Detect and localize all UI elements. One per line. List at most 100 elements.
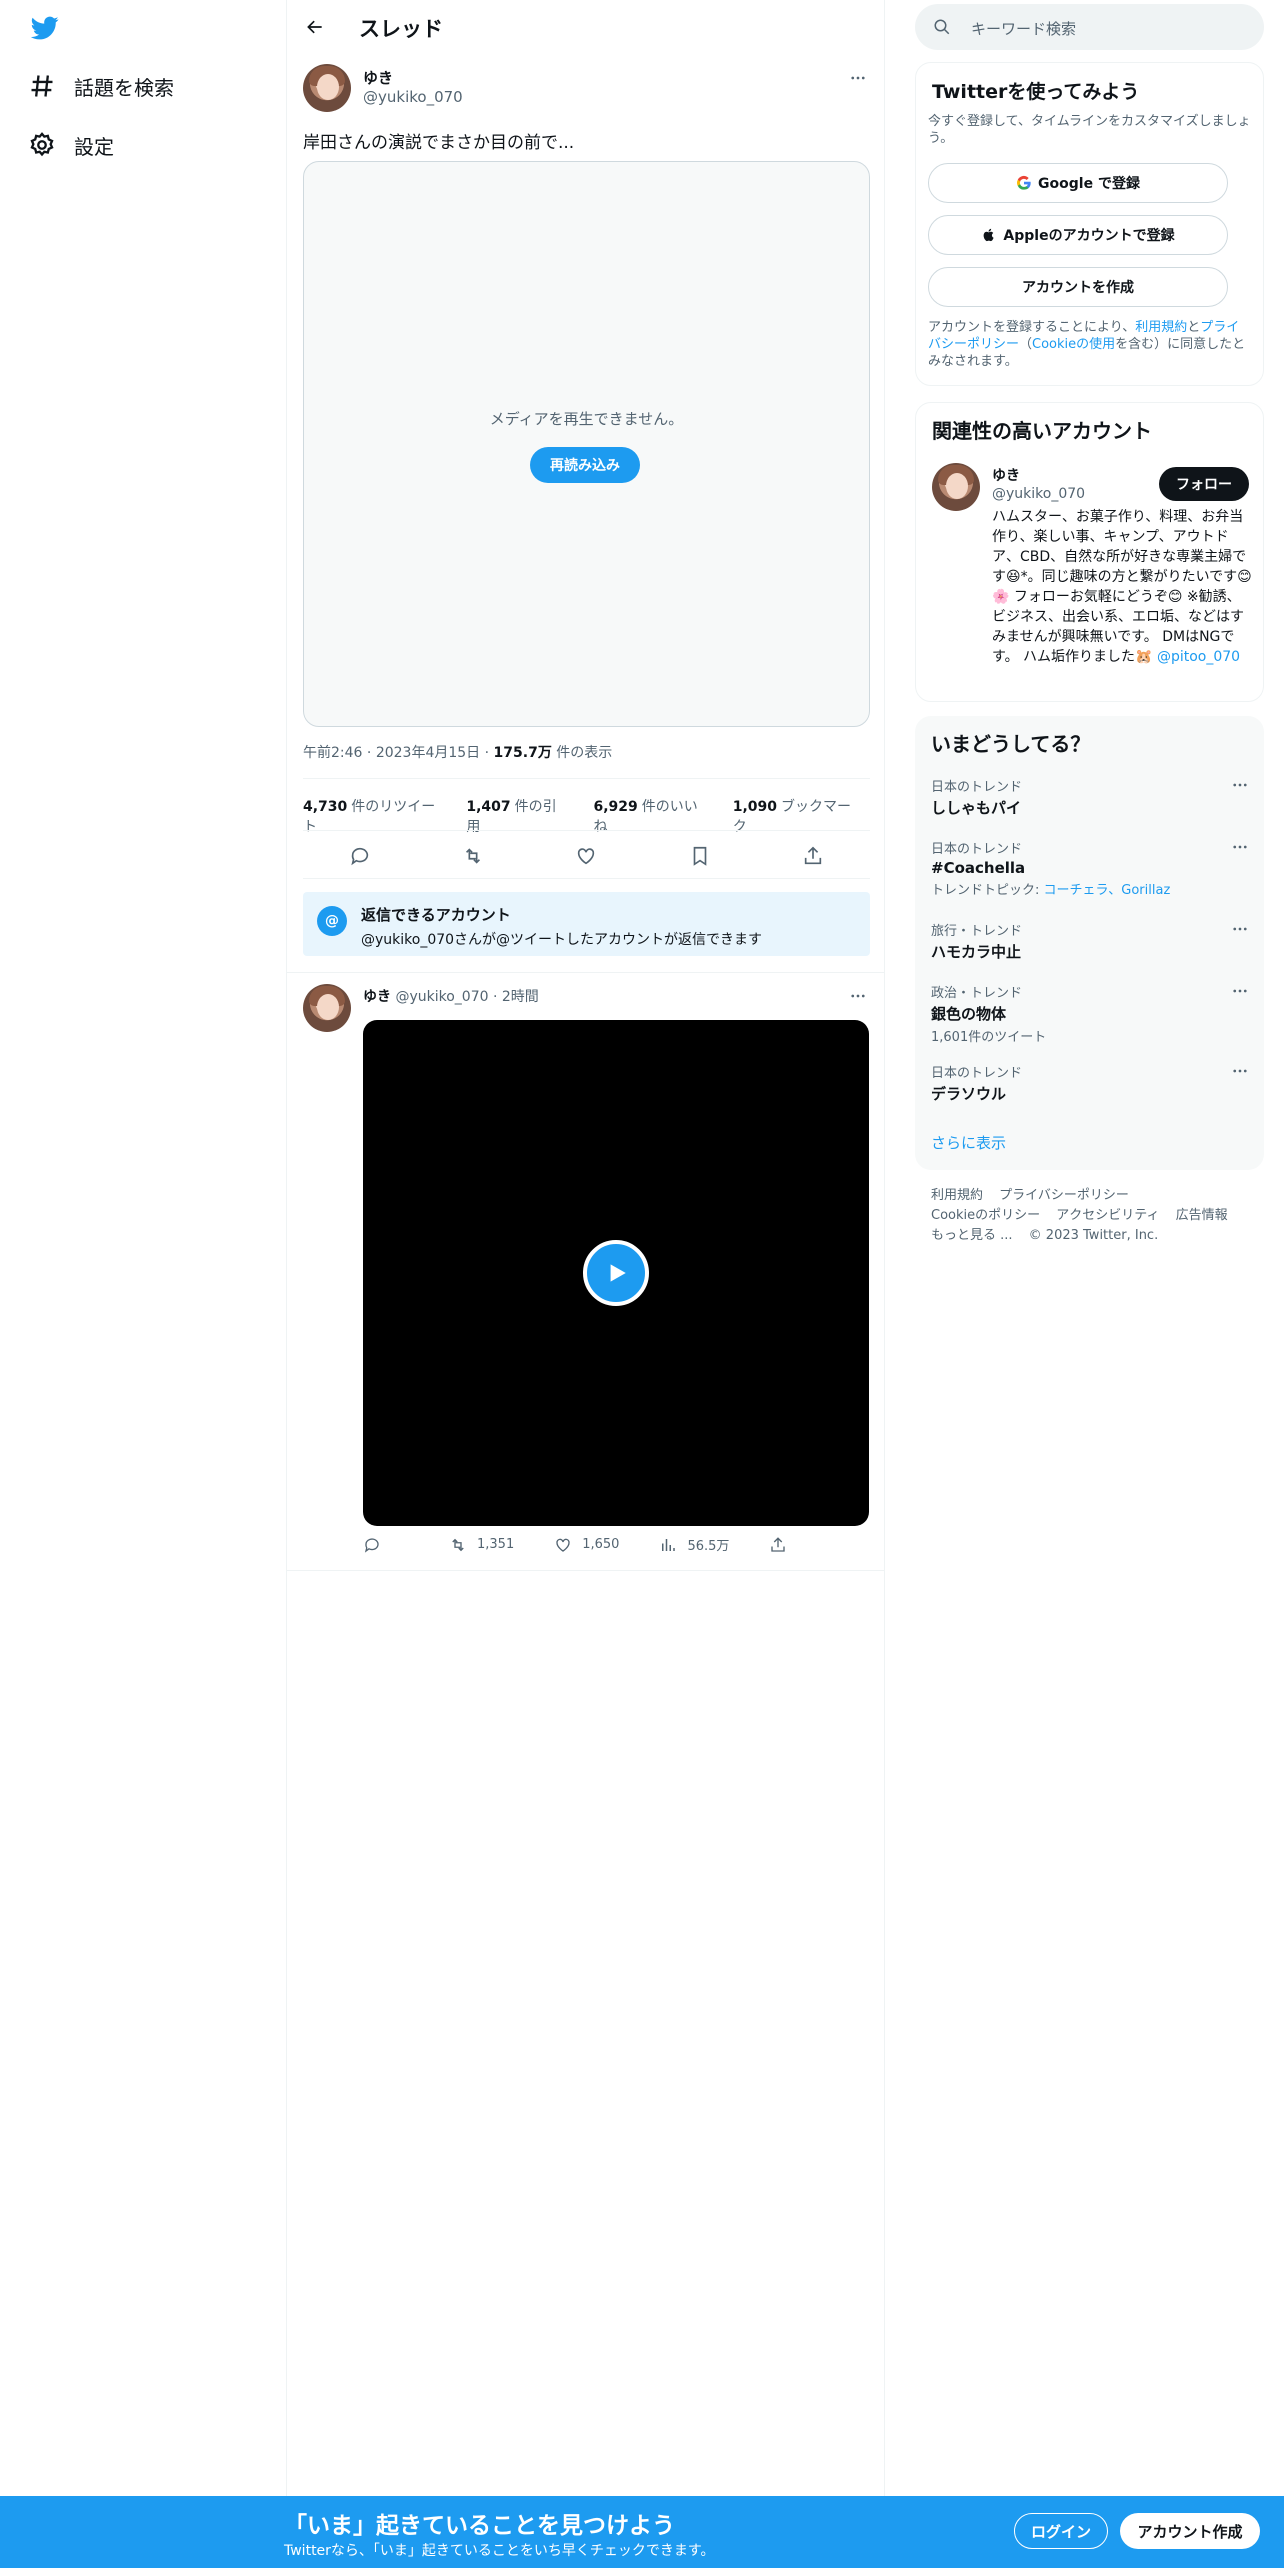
play-button[interactable]: [583, 1240, 649, 1306]
tweet-date[interactable]: 2023年4月15日: [376, 745, 480, 761]
reply-restriction-box: @ 返信できるアカウント @yukiko_070さんが@ツイートしたアカウントが…: [303, 892, 870, 956]
reload-button[interactable]: 再読み込み: [530, 447, 640, 483]
nav-explore[interactable]: 話題を検索: [28, 66, 174, 106]
reply-tweet-header: ゆき @yukiko_070 · 2時間: [363, 989, 539, 1005]
more-icon[interactable]: [1231, 1062, 1249, 1084]
footer-accessibility[interactable]: アクセシビリティ: [1056, 1208, 1159, 1223]
media-error-panel: メディアを再生できません。 再読み込み: [303, 161, 870, 727]
search-icon: [934, 19, 950, 35]
create-account-button[interactable]: アカウントを作成: [928, 267, 1228, 307]
related-name[interactable]: ゆき: [992, 465, 1020, 485]
like-icon: [556, 1538, 570, 1552]
divider: [287, 972, 885, 973]
share-icon: [771, 1536, 786, 1552]
terms-link[interactable]: 利用規約: [1135, 320, 1187, 335]
reply-time[interactable]: 2時間: [502, 989, 539, 1005]
reply-button[interactable]: [363, 1536, 391, 1554]
more-icon[interactable]: [1231, 838, 1249, 860]
more-icon[interactable]: [846, 984, 870, 1008]
apple-icon: [984, 228, 995, 242]
avatar[interactable]: [303, 64, 351, 112]
at-sign-icon: @: [317, 906, 347, 936]
trend-item[interactable]: 日本のトレンド #Coachella トレンドトピック: コーチェラ、Goril…: [931, 838, 1249, 898]
apple-signup-label: Appleのアカウントで登録: [1003, 228, 1175, 244]
reply-restriction-text: @yukiko_070さんが@ツイートしたアカウントが返信できます: [361, 932, 763, 948]
footer-copyright: © 2023 Twitter, Inc.: [1028, 1228, 1159, 1243]
views-count: 56.5万: [687, 1539, 730, 1554]
footer-more[interactable]: もっと見る ...: [931, 1228, 1013, 1243]
trend-item[interactable]: 日本のトレンド デラソウル: [931, 1062, 1249, 1104]
avatar[interactable]: [303, 984, 351, 1032]
related-bio: ハムスター、お菓子作り、料理、お弁当作り、楽しい事、キャンプ、アウトドア、CBD…: [992, 509, 1252, 665]
bio-link[interactable]: @pitoo_070: [1157, 649, 1240, 665]
reply-icon[interactable]: [349, 845, 371, 867]
retweet-button[interactable]: 1,351: [449, 1536, 514, 1554]
cookie-link[interactable]: Cookieの使用: [1032, 337, 1115, 352]
tweet-author-name[interactable]: ゆき: [363, 67, 393, 88]
left-nav: 話題を検索 設定: [0, 0, 286, 2568]
signup-legal-text: アカウントを登録することにより、利用規約とプライバシーポリシー（Cookieの使…: [928, 320, 1246, 369]
retweet-icon[interactable]: [462, 845, 484, 867]
footer-ads[interactable]: 広告情報: [1176, 1208, 1228, 1223]
analytics-icon: [662, 1538, 676, 1551]
like-icon[interactable]: [575, 845, 597, 867]
like-button[interactable]: 1,650: [554, 1536, 619, 1554]
retweet-icon: [452, 1538, 464, 1551]
reply-author-handle[interactable]: @yukiko_070: [395, 989, 488, 1005]
video-player[interactable]: [363, 1020, 869, 1526]
twitter-logo-icon[interactable]: [29, 14, 61, 42]
more-icon[interactable]: [1231, 776, 1249, 798]
tweet-meta: 午前2:46 · 2023年4月15日 · 175.7万 件の表示: [303, 745, 613, 761]
reply-icon: [364, 1537, 379, 1553]
avatar[interactable]: [932, 463, 980, 511]
google-signup-button[interactable]: Google で登録: [928, 163, 1228, 203]
banner-headline: 「いま」起きていることを見つけよう: [284, 2513, 675, 2539]
apple-signup-button[interactable]: Appleのアカウントで登録: [928, 215, 1228, 255]
share-button[interactable]: [769, 1536, 797, 1554]
search-box[interactable]: キーワード検索: [915, 4, 1264, 50]
nav-explore-label: 話題を検索: [74, 75, 174, 100]
follow-button[interactable]: フォロー: [1159, 467, 1249, 501]
media-error-message: メディアを再生できません。: [489, 410, 684, 428]
trend-item[interactable]: 政治・トレンド 銀色の物体 1,601件のツイート: [931, 982, 1249, 1045]
share-icon[interactable]: [802, 845, 824, 867]
footer-cookie[interactable]: Cookieのポリシー: [931, 1208, 1040, 1223]
tweet-views-count: 175.7万: [493, 745, 552, 761]
tweet-time[interactable]: 午前2:46: [303, 745, 362, 761]
views-button[interactable]: 56.5万: [659, 1535, 729, 1554]
related-handle[interactable]: @yukiko_070: [992, 486, 1085, 502]
reply-author-name[interactable]: ゆき: [363, 989, 391, 1005]
reply-restriction-title: 返信できるアカウント: [361, 906, 511, 924]
footer-terms[interactable]: 利用規約: [931, 1188, 983, 1203]
thread-header: スレッド: [287, 0, 885, 54]
google-icon: [1017, 175, 1031, 190]
banner-subtext: Twitterなら、「いま」起きていることをいち早くチェックできます。: [284, 2543, 715, 2559]
more-icon[interactable]: [1231, 920, 1249, 942]
trend-topic-link[interactable]: コーチェラ、Gorillaz: [1044, 883, 1171, 898]
show-more-link[interactable]: さらに表示: [931, 1132, 1006, 1153]
signup-card: Twitterを使ってみよう 今すぐ登録して、タイムラインをカスタマイズしましょ…: [915, 62, 1264, 386]
signup-button[interactable]: アカウント作成: [1120, 2513, 1260, 2549]
back-button[interactable]: [301, 13, 329, 41]
trend-item[interactable]: 日本のトレンド ししゃもパイ: [931, 776, 1249, 818]
tweet-actions: [303, 836, 870, 876]
trend-item[interactable]: 旅行・トレンド ハモカラ中止: [931, 920, 1249, 962]
nav-settings-label: 設定: [74, 134, 114, 159]
trends-title: いまどうしてる？: [931, 732, 1091, 756]
divider: [287, 1570, 885, 1571]
footer-privacy[interactable]: プライバシーポリシー: [999, 1188, 1129, 1203]
more-icon[interactable]: [846, 66, 870, 90]
nav-settings[interactable]: 設定: [28, 125, 114, 165]
login-button[interactable]: ログイン: [1014, 2513, 1108, 2549]
search-input[interactable]: キーワード検索: [971, 18, 1076, 39]
divider: [303, 830, 870, 831]
more-icon[interactable]: [1231, 982, 1249, 1004]
bookmark-icon[interactable]: [689, 845, 711, 867]
tweet-author-handle[interactable]: @yukiko_070: [363, 88, 463, 106]
retweet-count: 1,351: [477, 1537, 515, 1552]
google-signup-label: Google で登録: [1038, 176, 1140, 192]
tweet-views-label: 件の表示: [556, 745, 613, 761]
related-accounts-card: 関連性の高いアカウント ゆき @yukiko_070 フォロー ハムスター、お菓…: [915, 402, 1264, 702]
related-title: 関連性の高いアカウント: [932, 419, 1152, 443]
hashtag-icon: [31, 75, 53, 97]
